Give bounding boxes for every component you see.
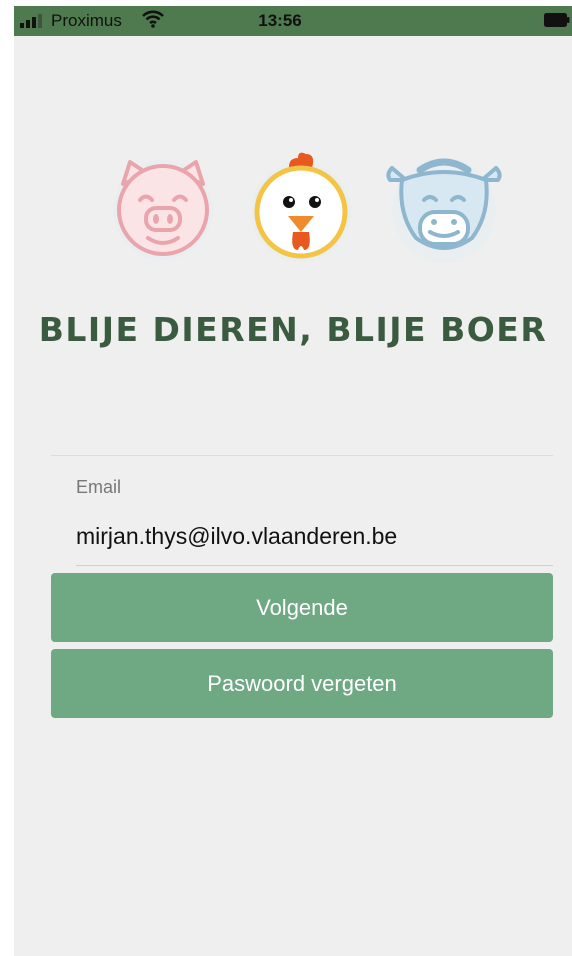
email-underline — [76, 565, 553, 566]
carrier-name: Proximus — [51, 11, 122, 30]
animal-logo-row — [14, 144, 572, 274]
signal-strength-icon — [20, 14, 42, 28]
login-screen: Proximus 13:56 BLIJE DIEREN, BLIJE BOER … — [14, 6, 572, 956]
status-time-text: 13:56 — [258, 11, 302, 30]
email-field[interactable] — [76, 518, 552, 554]
pig-icon — [113, 160, 213, 260]
status-bar: Proximus 13:56 — [14, 6, 572, 36]
chicken-icon — [251, 152, 351, 262]
forgot-password-button[interactable]: Paswoord vergeten — [51, 649, 553, 718]
next-button[interactable]: Volgende — [51, 573, 553, 642]
wifi-icon — [142, 10, 164, 28]
battery-icon — [544, 13, 570, 27]
cow-icon — [386, 158, 502, 262]
app-title: BLIJE DIEREN, BLIJE BOER — [38, 310, 548, 349]
form-divider — [51, 455, 553, 456]
email-label: Email — [76, 477, 122, 497]
